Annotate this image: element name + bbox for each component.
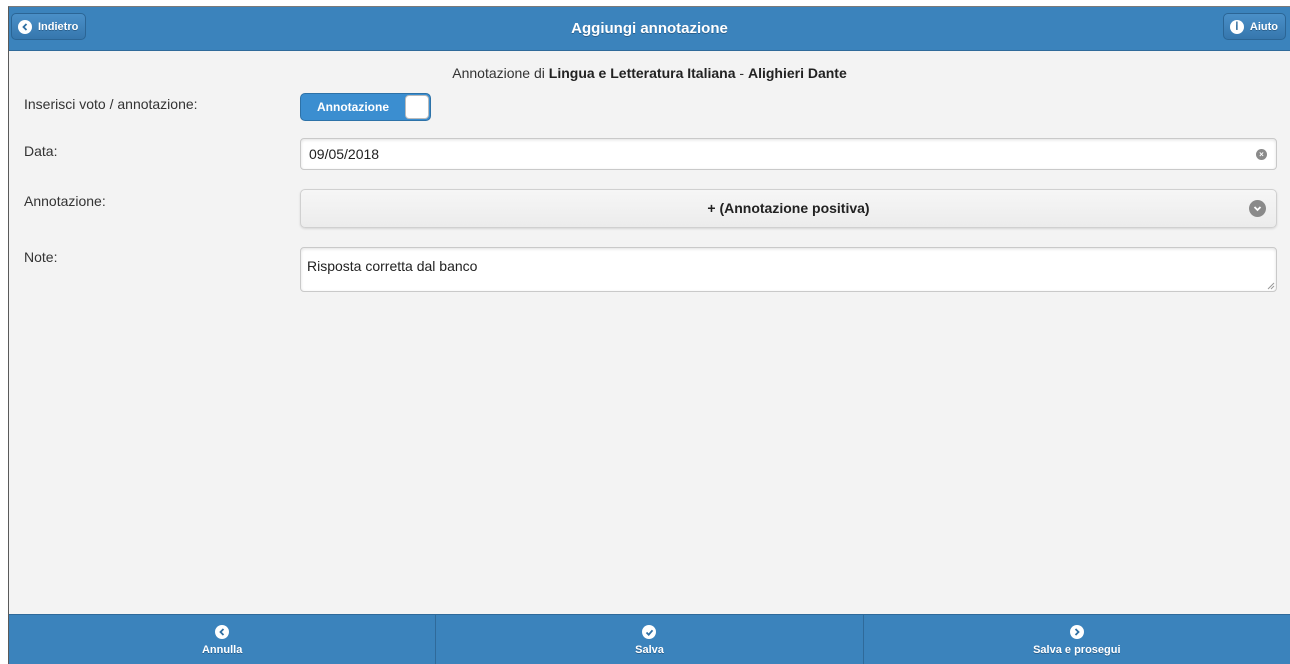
check-icon — [642, 625, 657, 639]
cancel-button[interactable]: Annulla — [9, 615, 437, 664]
subtitle-prefix: Annotazione di — [452, 65, 549, 81]
save-continue-button[interactable]: Salva e prosegui — [864, 615, 1290, 664]
save-continue-button-label: Salva e prosegui — [1033, 644, 1121, 656]
annotation-select[interactable]: + (Annotazione positiva) — [300, 189, 1277, 228]
footer-bar: Annulla Salva Salva e prosegui — [9, 614, 1290, 664]
annotation-select-value: + (Annotazione positiva) — [707, 200, 870, 216]
back-button[interactable]: Indietro — [11, 13, 87, 40]
note-textarea[interactable]: Risposta corretta dal banco — [300, 247, 1277, 292]
help-button[interactable]: i Aiuto — [1222, 13, 1286, 40]
save-button[interactable]: Salva — [436, 615, 864, 664]
type-toggle[interactable]: Annotazione — [300, 93, 431, 121]
subtitle-separator: - — [735, 65, 748, 81]
help-button-label: Aiuto — [1249, 20, 1278, 33]
page-title: Aggiungi annotazione — [571, 20, 728, 37]
note-value: Risposta corretta dal banco — [307, 258, 478, 274]
note-label: Note: — [24, 249, 58, 265]
chevron-down-icon — [1249, 200, 1266, 217]
save-button-label: Salva — [635, 644, 664, 656]
type-toggle-label: Annotazione — [317, 100, 389, 114]
date-field[interactable]: 09/05/2018 × — [300, 138, 1277, 170]
annotation-label: Annotazione: — [24, 193, 106, 209]
subject-name: Lingua e Letteratura Italiana — [548, 65, 736, 81]
toggle-knob[interactable] — [405, 95, 429, 119]
chevron-left-icon — [18, 19, 32, 34]
date-label: Data: — [24, 143, 58, 159]
app-frame: Aggiungi annotazione Indietro i Aiuto An… — [8, 6, 1290, 664]
header-bar: Aggiungi annotazione Indietro i Aiuto — [9, 7, 1290, 51]
resize-handle-icon[interactable] — [1267, 282, 1275, 290]
chevron-right-icon — [1069, 625, 1084, 639]
date-value: 09/05/2018 — [309, 146, 380, 162]
annotation-subtitle: Annotazione di Lingua e Letteratura Ital… — [9, 65, 1290, 81]
info-icon: i — [1229, 19, 1244, 34]
clear-icon[interactable]: × — [1256, 149, 1267, 160]
cancel-button-label: Annulla — [201, 644, 243, 656]
student-name: Alighieri Dante — [747, 65, 847, 81]
type-label: Inserisci voto / annotazione: — [24, 96, 198, 112]
back-button-label: Indietro — [38, 20, 79, 33]
chevron-left-icon — [215, 625, 230, 639]
